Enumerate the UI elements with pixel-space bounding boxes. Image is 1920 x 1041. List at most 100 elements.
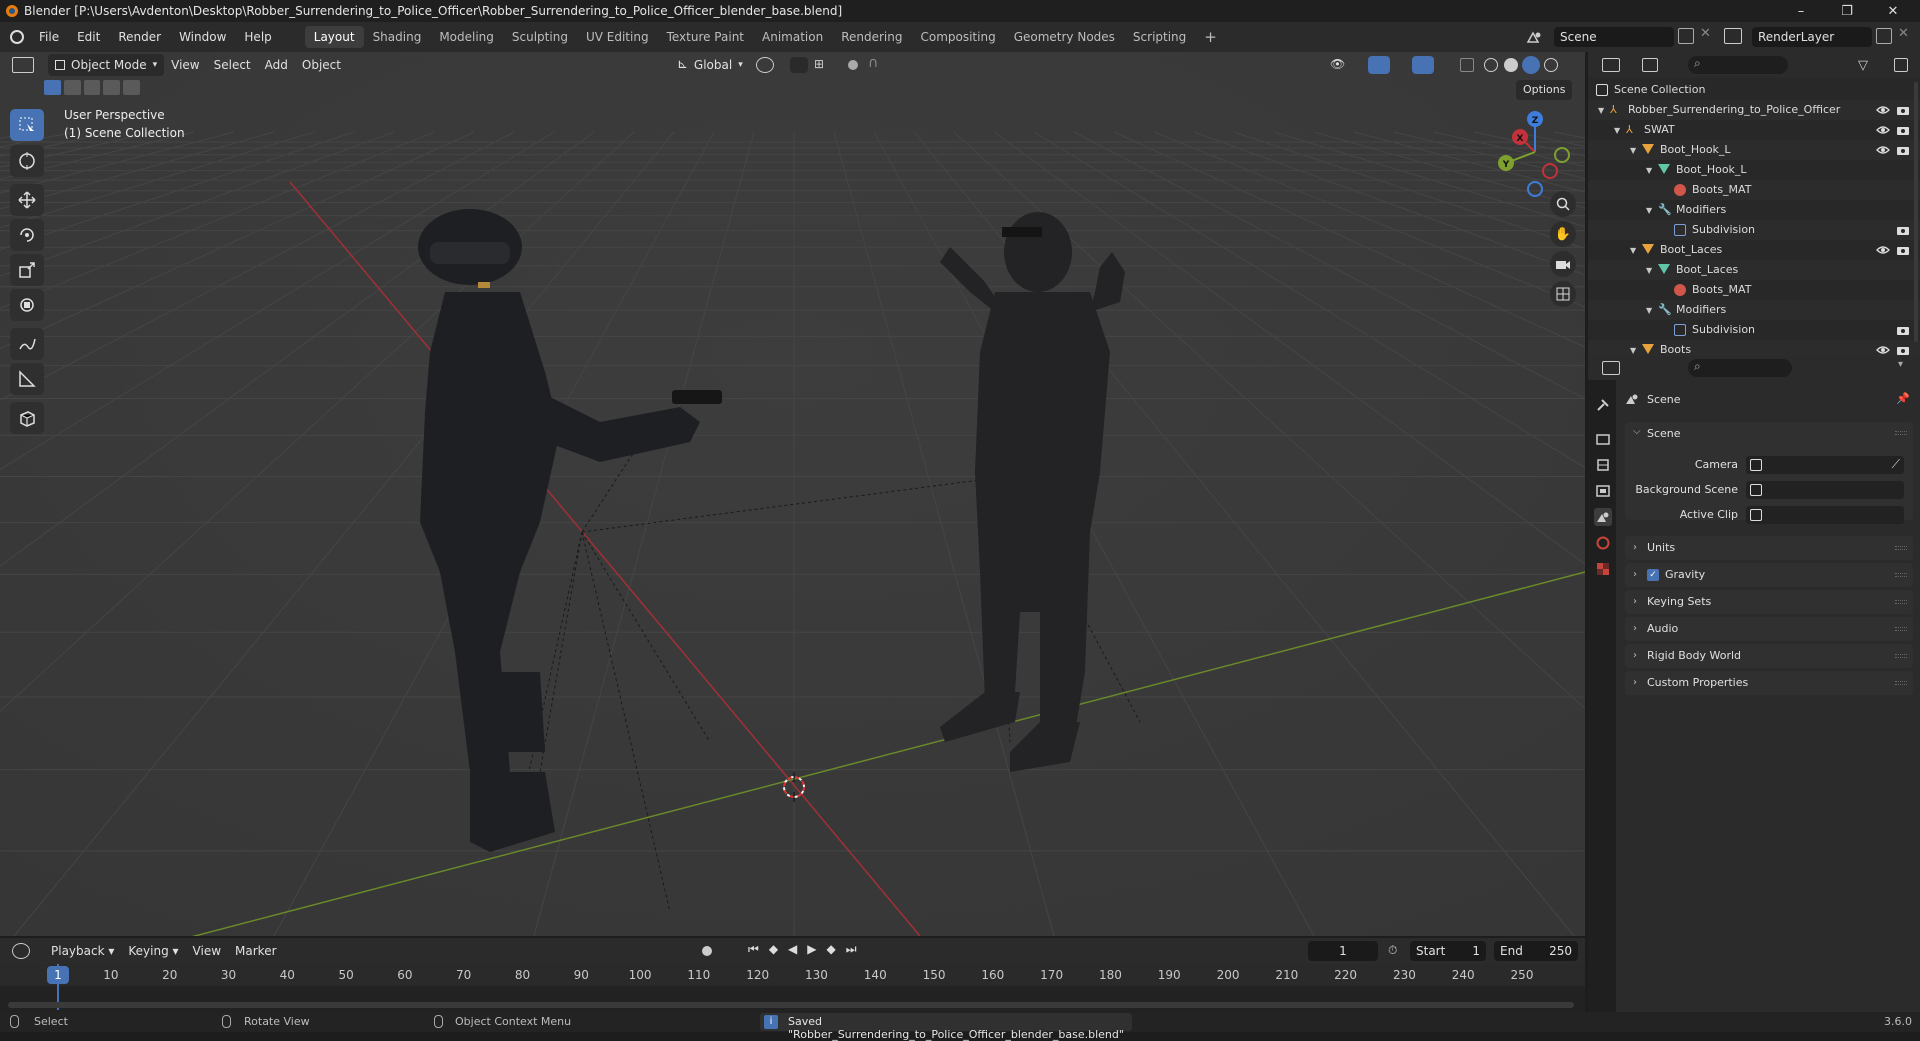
proportional-edit-icon[interactable]: [848, 60, 858, 70]
outliner-row[interactable]: Boots_MAT: [1588, 180, 1920, 200]
texture-tab-icon[interactable]: [1594, 560, 1612, 578]
timeline-editor-type-icon[interactable]: [12, 943, 30, 959]
tab-scripting[interactable]: Scripting: [1124, 26, 1195, 48]
panel-custom-properties[interactable]: › Custom Properties: [1625, 671, 1913, 695]
outliner-row[interactable]: ▼ ⅄ SWAT: [1588, 120, 1920, 140]
select-new-icon[interactable]: [44, 80, 61, 95]
panel-units[interactable]: › Units: [1625, 536, 1913, 560]
tab-animation[interactable]: Animation: [753, 26, 832, 48]
camera-view-icon[interactable]: [1550, 251, 1576, 277]
outliner-row[interactable]: ▼ 🔧 Modifiers: [1588, 200, 1920, 220]
outliner-row[interactable]: ▼ Boot_Laces: [1588, 260, 1920, 280]
navigation-gizmo[interactable]: Z X Y: [1490, 107, 1580, 197]
maximize-button[interactable]: ❐: [1824, 0, 1870, 22]
render-camera-icon[interactable]: [1896, 323, 1910, 337]
timeline-menu-keying[interactable]: Keying ▾: [121, 940, 185, 962]
mode-dropdown[interactable]: Object Mode ▾: [48, 54, 165, 76]
scene-name-field[interactable]: Scene: [1554, 27, 1674, 47]
select-extend-icon[interactable]: [63, 80, 81, 95]
scene-field-input[interactable]: ⟋: [1746, 456, 1904, 474]
disclosure-triangle-icon[interactable]: ▼: [1614, 121, 1620, 141]
world-tab-icon[interactable]: [1594, 534, 1612, 552]
select-intersect-icon[interactable]: [123, 80, 140, 95]
render-camera-icon[interactable]: [1896, 103, 1910, 117]
chevron-down-icon[interactable]: ⌵: [1633, 426, 1641, 437]
tab-geometry-nodes[interactable]: Geometry Nodes: [1005, 26, 1124, 48]
tab-compositing[interactable]: Compositing: [911, 26, 1004, 48]
measure-tool[interactable]: [10, 363, 44, 395]
eye-icon[interactable]: [1876, 343, 1890, 357]
eyedropper-icon[interactable]: ⟋: [1892, 457, 1900, 472]
solid-shading-icon[interactable]: [1504, 58, 1518, 72]
viewport-menu-object[interactable]: Object: [295, 54, 348, 76]
scene-selector-icon[interactable]: [1524, 27, 1544, 47]
transform-tool[interactable]: [10, 289, 44, 321]
render-camera-icon[interactable]: [1896, 343, 1910, 357]
outliner-row[interactable]: Scene Collection: [1588, 80, 1920, 100]
outliner-row[interactable]: Subdivision: [1588, 320, 1920, 340]
menu-window[interactable]: Window: [170, 26, 235, 48]
filter-icon[interactable]: ▽: [1858, 58, 1868, 73]
play-reverse-icon[interactable]: ◀: [788, 942, 797, 957]
new-collection-icon[interactable]: [1894, 58, 1908, 72]
annotate-tool[interactable]: [10, 328, 44, 360]
drag-handle[interactable]: [1895, 431, 1907, 435]
report-message-box[interactable]: i Saved "Robber_Surrendering_to_Police_O…: [760, 1013, 1132, 1041]
wireframe-shading-icon[interactable]: [1484, 58, 1498, 72]
tab-modeling[interactable]: Modeling: [430, 26, 503, 48]
drag-handle[interactable]: [1895, 573, 1907, 577]
stopwatch-icon[interactable]: ⏱: [1388, 943, 1397, 958]
play-icon[interactable]: ▶: [807, 942, 816, 957]
snap-toggle-icon[interactable]: [790, 57, 808, 73]
gravity-checkbox[interactable]: ✓: [1647, 569, 1659, 581]
view-layer-icon[interactable]: [1724, 28, 1742, 44]
outliner-row[interactable]: ▼ ⅄ Robber_Surrendering_to_Police_Officer: [1588, 100, 1920, 120]
current-frame-field[interactable]: 1: [1308, 941, 1378, 961]
drag-handle[interactable]: [1895, 681, 1907, 685]
eye-icon[interactable]: [1876, 143, 1890, 157]
chevron-down-icon[interactable]: ▾: [1898, 359, 1903, 370]
render-camera-icon[interactable]: [1896, 143, 1910, 157]
render-camera-icon[interactable]: [1896, 223, 1910, 237]
blender-menu-icon[interactable]: [10, 30, 24, 44]
eye-icon[interactable]: [1876, 243, 1890, 257]
properties-editor-type-icon[interactable]: [1602, 361, 1620, 375]
prev-keyframe-icon[interactable]: ◆: [769, 942, 778, 957]
panel-rigid-body-world[interactable]: › Rigid Body World: [1625, 644, 1913, 668]
scale-tool[interactable]: [10, 254, 44, 286]
ortho-toggle-icon[interactable]: [1550, 281, 1576, 307]
tab-layout[interactable]: Layout: [304, 26, 364, 48]
outliner-row[interactable]: Subdivision: [1588, 220, 1920, 240]
viewport-menu-add[interactable]: Add: [258, 54, 295, 76]
properties-search-input[interactable]: [1688, 359, 1792, 377]
timeline-menu-view[interactable]: View: [186, 940, 228, 962]
scene-field-input[interactable]: [1746, 506, 1904, 524]
render-camera-icon[interactable]: [1896, 123, 1910, 137]
disclosure-triangle-icon[interactable]: ▼: [1630, 241, 1636, 261]
move-tool[interactable]: [10, 184, 44, 216]
cursor-tool[interactable]: [10, 145, 44, 177]
jump-end-icon[interactable]: ⏭: [846, 942, 857, 957]
start-frame-field[interactable]: Start 1: [1410, 941, 1486, 961]
panel-keying-sets[interactable]: › Keying Sets: [1625, 590, 1913, 614]
disclosure-triangle-icon[interactable]: ▼: [1630, 141, 1636, 161]
overlay-toggle-icon[interactable]: [1412, 56, 1434, 74]
select-subtract-icon[interactable]: [83, 80, 101, 95]
outliner-row[interactable]: ▼ Boot_Laces: [1588, 240, 1920, 260]
tab-uv-editing[interactable]: UV Editing: [577, 26, 658, 48]
xray-toggle-icon[interactable]: [1460, 58, 1474, 72]
next-keyframe-icon[interactable]: ◆: [827, 942, 836, 957]
outliner-scrollbar[interactable]: [1914, 82, 1918, 342]
viewport-menu-select[interactable]: Select: [207, 54, 258, 76]
timeline-menu-playback[interactable]: Playback ▾: [44, 940, 121, 962]
pan-hand-icon[interactable]: ✋: [1550, 221, 1576, 247]
add-workspace-button[interactable]: +: [1195, 26, 1226, 48]
gizmo-toggle-icon[interactable]: [1368, 56, 1390, 74]
eye-icon[interactable]: [1876, 103, 1890, 117]
add-cube-tool[interactable]: [10, 402, 44, 434]
options-button[interactable]: Options: [1516, 80, 1573, 100]
drag-handle[interactable]: [1895, 546, 1907, 550]
delete-view-layer-icon[interactable]: ✕: [1898, 26, 1909, 41]
transform-orientation-dropdown[interactable]: ⊾ Global ▾: [670, 54, 750, 76]
disclosure-triangle-icon[interactable]: ▼: [1598, 101, 1604, 121]
